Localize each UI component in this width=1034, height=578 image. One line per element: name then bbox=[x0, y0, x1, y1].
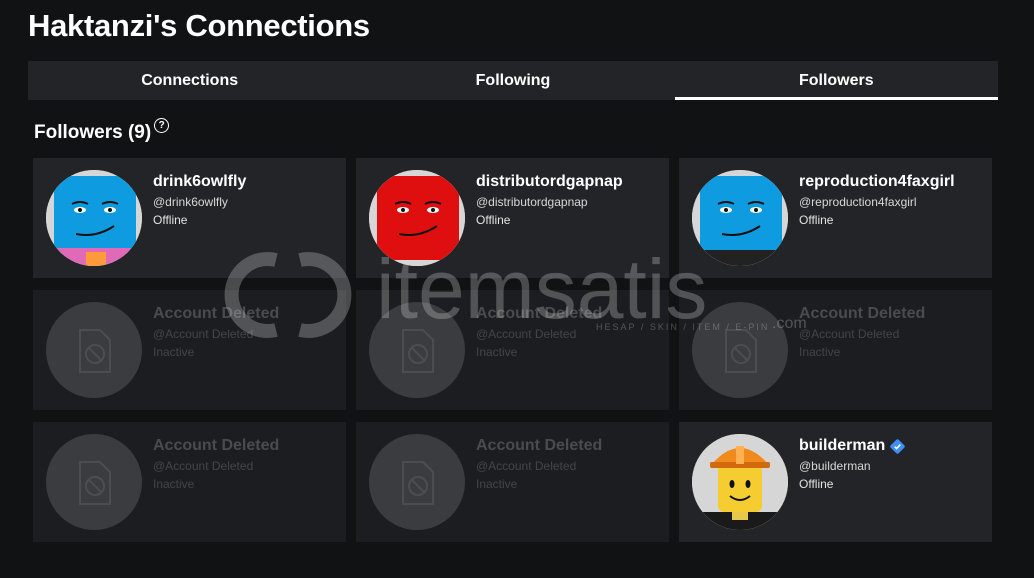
display-name[interactable]: builderman bbox=[799, 436, 905, 456]
username: @Account Deleted bbox=[476, 327, 577, 341]
follower-info: distributordgapnap @distributordgapnap O… bbox=[476, 172, 623, 227]
display-name: Account Deleted bbox=[799, 305, 926, 322]
follower-card[interactable]: distributordgapnap @distributordgapnap O… bbox=[356, 158, 669, 278]
username: @Account Deleted bbox=[153, 327, 254, 341]
presence-status: Offline bbox=[153, 213, 188, 227]
page-title: Haktanzi's Connections bbox=[28, 8, 370, 43]
presence-status: Offline bbox=[799, 213, 834, 227]
follower-info: Account Deleted @Account Deleted Inactiv… bbox=[476, 304, 602, 359]
deleted-file-icon bbox=[402, 461, 434, 505]
tab-connections[interactable]: Connections bbox=[28, 61, 351, 100]
red-head-avatar-icon bbox=[369, 170, 465, 266]
follower-info: Account Deleted @Account Deleted Inactiv… bbox=[799, 304, 925, 359]
presence-status: Offline bbox=[476, 213, 511, 227]
deleted-file-icon bbox=[725, 329, 757, 373]
username: @builderman bbox=[799, 459, 871, 473]
follower-card[interactable]: reproduction4faxgirl @reproduction4faxgi… bbox=[679, 158, 992, 278]
avatar bbox=[46, 434, 142, 530]
follower-card-deleted[interactable]: Account Deleted @Account Deleted Inactiv… bbox=[33, 422, 346, 542]
blue-head-avatar-icon bbox=[46, 170, 142, 266]
follower-info: Account Deleted @Account Deleted Inactiv… bbox=[153, 304, 279, 359]
presence-status: Inactive bbox=[476, 345, 518, 359]
followers-grid: drink6owlfly @drink6owlfly Offline distr… bbox=[33, 158, 992, 542]
display-name[interactable]: drink6owlfly bbox=[153, 172, 246, 192]
deleted-file-icon bbox=[402, 329, 434, 373]
presence-status: Offline bbox=[799, 477, 834, 491]
avatar bbox=[692, 302, 788, 398]
display-name[interactable]: distributordgapnap bbox=[476, 172, 623, 192]
presence-status: Inactive bbox=[153, 477, 195, 491]
username: @Account Deleted bbox=[153, 459, 254, 473]
display-name: Account Deleted bbox=[153, 305, 280, 322]
avatar[interactable] bbox=[46, 170, 142, 266]
display-name: Account Deleted bbox=[476, 305, 603, 322]
follower-card-deleted[interactable]: Account Deleted @Account Deleted Inactiv… bbox=[356, 422, 669, 542]
tab-following[interactable]: Following bbox=[351, 61, 674, 100]
follower-info: builderman @builderman Offline bbox=[799, 436, 905, 491]
question-circle-icon[interactable]: ? bbox=[154, 118, 170, 133]
display-name: Account Deleted bbox=[153, 437, 280, 454]
presence-status: Inactive bbox=[476, 477, 518, 491]
follower-card-deleted[interactable]: Account Deleted @Account Deleted Inactiv… bbox=[33, 290, 346, 410]
tab-followers[interactable]: Followers bbox=[674, 61, 999, 100]
deleted-file-icon bbox=[79, 461, 111, 505]
follower-card[interactable]: drink6owlfly @drink6owlfly Offline bbox=[33, 158, 346, 278]
followers-count-heading: Followers (9) bbox=[34, 122, 152, 143]
section-heading: Followers (9) ? bbox=[34, 118, 170, 144]
blue-head-avatar-icon bbox=[692, 170, 788, 266]
avatar[interactable] bbox=[369, 170, 465, 266]
follower-info: drink6owlfly @drink6owlfly Offline bbox=[153, 172, 246, 227]
deleted-file-icon bbox=[79, 329, 111, 373]
follower-info: Account Deleted @Account Deleted Inactiv… bbox=[153, 436, 279, 491]
follower-info: Account Deleted @Account Deleted Inactiv… bbox=[476, 436, 602, 491]
avatar bbox=[369, 434, 465, 530]
follower-card[interactable]: builderman @builderman Offline bbox=[679, 422, 992, 542]
display-name[interactable]: reproduction4faxgirl bbox=[799, 172, 955, 192]
username: @distributordgapnap bbox=[476, 195, 588, 209]
presence-status: Inactive bbox=[799, 345, 841, 359]
verified-badge-icon bbox=[890, 438, 905, 454]
display-name-text: builderman bbox=[799, 437, 886, 454]
presence-status: Inactive bbox=[153, 345, 195, 359]
username: @Account Deleted bbox=[476, 459, 577, 473]
username: @drink6owlfly bbox=[153, 195, 228, 209]
avatar bbox=[369, 302, 465, 398]
avatar bbox=[46, 302, 142, 398]
username: @reproduction4faxgirl bbox=[799, 195, 917, 209]
follower-info: reproduction4faxgirl @reproduction4faxgi… bbox=[799, 172, 955, 227]
tab-bar: Connections Following Followers bbox=[28, 61, 999, 100]
username: @Account Deleted bbox=[799, 327, 900, 341]
builderman-avatar-icon bbox=[692, 434, 788, 530]
follower-card-deleted[interactable]: Account Deleted @Account Deleted Inactiv… bbox=[356, 290, 669, 410]
follower-card-deleted[interactable]: Account Deleted @Account Deleted Inactiv… bbox=[679, 290, 992, 410]
display-name: Account Deleted bbox=[476, 437, 603, 454]
avatar[interactable] bbox=[692, 434, 788, 530]
avatar[interactable] bbox=[692, 170, 788, 266]
